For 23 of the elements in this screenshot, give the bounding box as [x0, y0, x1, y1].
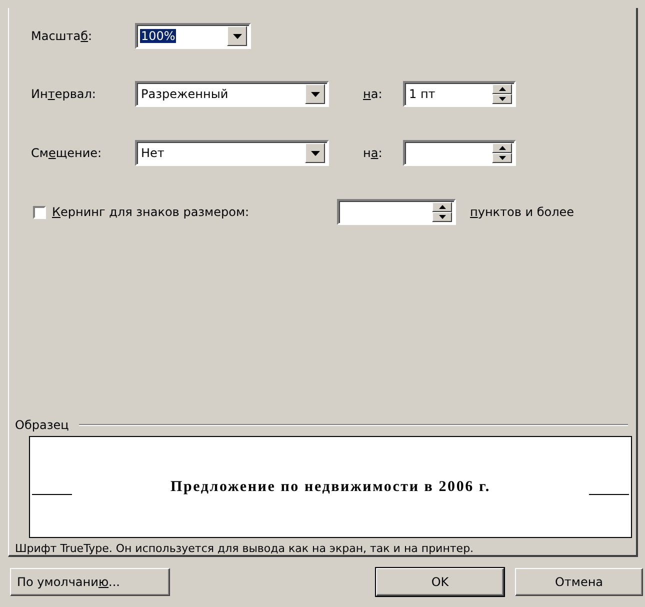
scale-combo[interactable]: 100%	[135, 23, 251, 49]
spin-arrows-icon[interactable]	[492, 84, 512, 104]
spin-field[interactable]: 1 пт	[403, 81, 516, 107]
dialog-button[interactable]: Отмена	[515, 568, 643, 596]
dialog-button[interactable]: OK	[376, 568, 504, 596]
scale-label: Масштаб:	[30, 29, 94, 43]
spacing-combo[interactable]: Разреженный	[135, 81, 329, 107]
kerning-suffix: пунктов и более	[470, 205, 574, 219]
spacing-label: Интервал:	[30, 87, 97, 101]
by-label: на:	[363, 87, 384, 101]
spin-arrows-icon[interactable]	[432, 202, 452, 222]
preview-text: Предложение по недвижимости в 2006 г.	[170, 478, 490, 496]
by-label: на:	[363, 146, 384, 160]
dialog-button[interactable]: По умолчанию...	[10, 568, 170, 596]
position-label: Смещение:	[30, 146, 103, 160]
kerning-size-field[interactable]	[337, 199, 456, 225]
spin-field[interactable]	[403, 140, 516, 166]
font-note: Шрифт TrueType. Он используется для вывода как на экран, так и на принтер.	[15, 542, 475, 555]
preview-group-title: Образец	[15, 418, 69, 432]
kerning-label: Кернинг для знаков размером:	[52, 205, 250, 219]
kerning-checkbox[interactable]	[33, 206, 46, 218]
spin-arrows-icon[interactable]	[492, 143, 512, 163]
position-combo[interactable]: Нет	[135, 140, 329, 166]
